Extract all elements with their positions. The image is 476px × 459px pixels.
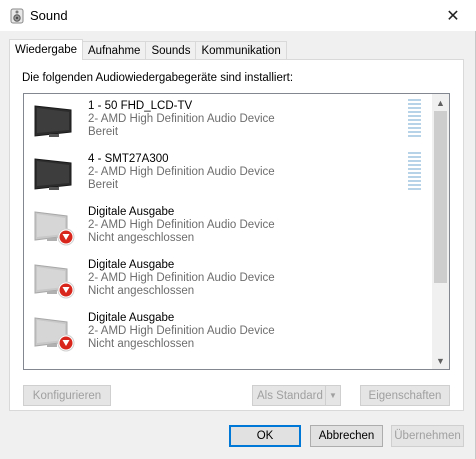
intro-text: Die folgenden Audiowiedergabegeräte sind… [22, 72, 294, 84]
device-driver: 2- AMD High Definition Audio Device [88, 325, 275, 337]
ok-button[interactable]: OK [229, 425, 301, 447]
list-item[interactable]: 1 - 50 FHD_LCD-TV 2- AMD High Definition… [24, 94, 432, 147]
list-item[interactable]: Digitale Ausgabe 2- AMD High Definition … [24, 200, 432, 253]
device-status: Nicht angeschlossen [88, 338, 195, 350]
close-button[interactable]: ✕ [430, 0, 476, 31]
apply-button[interactable]: Übernehmen [391, 425, 464, 447]
device-name: Digitale Ausgabe [88, 312, 175, 324]
list-item[interactable]: Digitale Ausgabe 2- AMD High Definition … [24, 306, 432, 359]
device-name: 4 - SMT27A300 [88, 153, 169, 165]
scroll-up-button[interactable]: ▲ [432, 94, 449, 111]
monitor-disconnected-icon [34, 264, 75, 299]
chevron-down-icon: ▼ [436, 355, 445, 366]
device-list[interactable]: 1 - 50 FHD_LCD-TV 2- AMD High Definition… [23, 93, 450, 370]
tab-kommunikation[interactable]: Kommunikation [195, 41, 287, 60]
device-status: Nicht angeschlossen [88, 285, 195, 297]
device-name: 1 - 50 FHD_LCD-TV [88, 100, 193, 112]
volume-meter [408, 99, 421, 137]
list-item[interactable]: 4 - SMT27A300 2- AMD High Definition Aud… [24, 147, 432, 200]
device-status: Bereit [88, 179, 119, 191]
tab-sounds[interactable]: Sounds [145, 41, 197, 60]
monitor-disconnected-icon [34, 211, 75, 246]
configure-button[interactable]: Konfigurieren [23, 385, 111, 406]
title-bar[interactable]: Sound ✕ [0, 0, 476, 31]
vertical-scrollbar[interactable]: ▲ ▼ [432, 94, 449, 369]
list-item[interactable]: Digitale Ausgabe 2- AMD High Definition … [24, 253, 432, 306]
speaker-icon [10, 8, 24, 24]
device-driver: 2- AMD High Definition Audio Device [88, 113, 275, 125]
tab-wiedergabe[interactable]: Wiedergabe [9, 39, 84, 60]
device-status: Nicht angeschlossen [88, 232, 195, 244]
monitor-icon [34, 105, 72, 137]
device-driver: 2- AMD High Definition Audio Device [88, 219, 275, 231]
volume-meter [408, 152, 421, 190]
set-default-button[interactable]: Als Standard ▼ [252, 385, 341, 406]
set-default-dropdown[interactable]: ▼ [325, 386, 340, 405]
playback-panel: Die folgenden Audiowiedergabegeräte sind… [9, 59, 464, 411]
close-icon: ✕ [446, 7, 460, 25]
chevron-up-icon: ▲ [436, 97, 445, 108]
device-driver: 2- AMD High Definition Audio Device [88, 166, 275, 178]
tab-strip: Wiedergabe Aufnahme Sounds Kommunikation [9, 39, 287, 60]
device-status: Bereit [88, 126, 119, 138]
device-driver: 2- AMD High Definition Audio Device [88, 272, 275, 284]
tab-aufnahme[interactable]: Aufnahme [82, 41, 147, 60]
properties-button[interactable]: Eigenschaften [360, 385, 450, 406]
sound-dialog: Sound ✕ Wiedergabe Aufnahme Sounds Kommu… [0, 0, 476, 459]
monitor-icon [34, 158, 72, 190]
device-name: Digitale Ausgabe [88, 259, 175, 271]
set-default-label: Als Standard [257, 389, 323, 402]
device-name: Digitale Ausgabe [88, 206, 175, 218]
scroll-down-button[interactable]: ▼ [432, 352, 449, 369]
monitor-disconnected-icon [34, 317, 75, 352]
cancel-button[interactable]: Abbrechen [310, 425, 383, 447]
window-title: Sound [30, 8, 68, 23]
chevron-down-icon: ▼ [329, 391, 337, 400]
scroll-thumb[interactable] [434, 111, 447, 283]
